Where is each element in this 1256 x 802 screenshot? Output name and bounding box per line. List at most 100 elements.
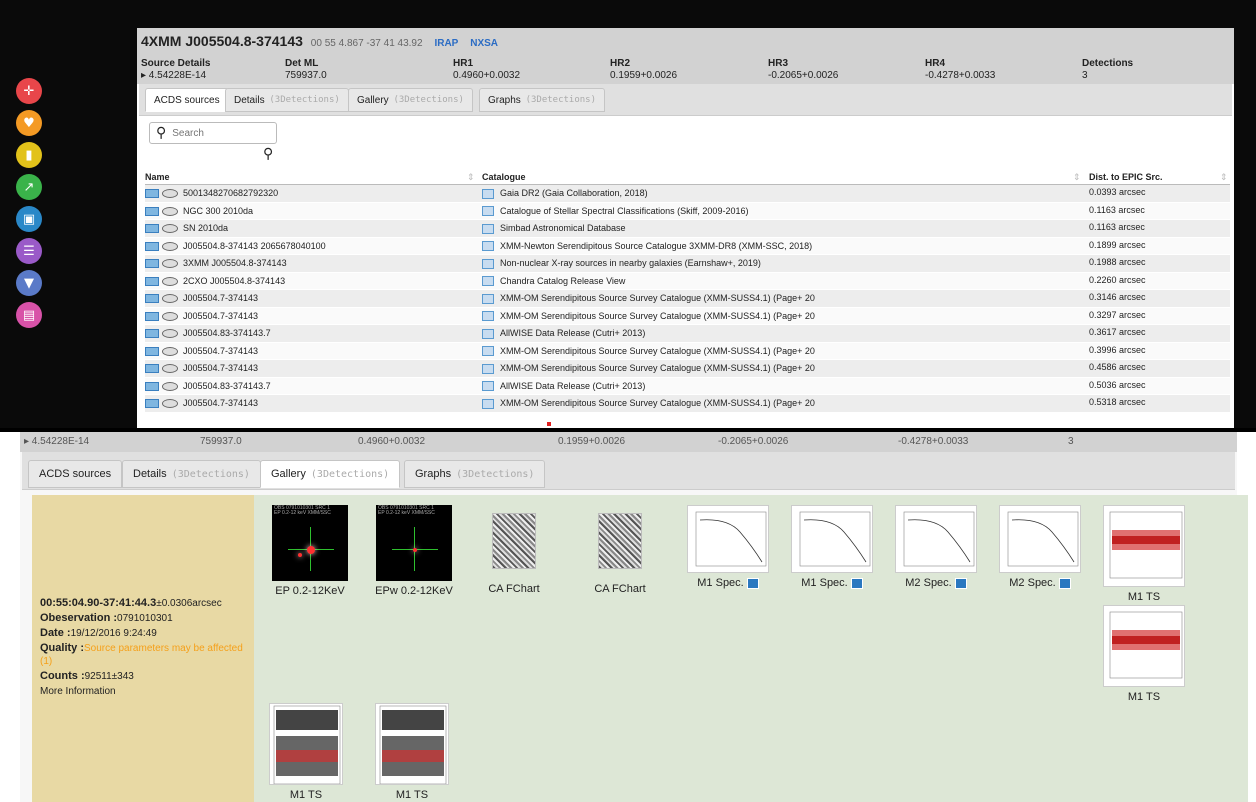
catalogue-icon[interactable] — [482, 346, 494, 357]
gallery-item-m2-spec[interactable]: M2 Spec. — [998, 505, 1082, 589]
sort-icon[interactable]: ⇕ — [467, 172, 475, 183]
table-icon[interactable] — [145, 259, 159, 269]
m1-ts-image[interactable] — [1103, 505, 1185, 587]
catalogue-icon[interactable] — [482, 223, 494, 234]
eye-icon[interactable] — [162, 364, 178, 374]
eye-icon[interactable] — [162, 346, 178, 356]
more-information-link[interactable]: More Information — [40, 685, 250, 698]
table-row[interactable]: J005504.7-374143 XMM-OM Serendipitous Sou… — [145, 395, 1230, 413]
gallery-item-m2-spec[interactable]: M2 Spec. — [894, 505, 978, 589]
eye-icon[interactable] — [162, 381, 178, 391]
search-button-icon[interactable]: ⚲ — [263, 146, 273, 162]
tab-gallery[interactable]: Gallery (3Detections) — [348, 88, 473, 112]
search-input[interactable] — [172, 127, 263, 139]
catalogue-icon[interactable] — [482, 188, 494, 199]
heart-icon[interactable]: ♥ — [16, 110, 42, 136]
image-icon[interactable]: ▣ — [16, 206, 42, 232]
eye-icon[interactable] — [162, 206, 178, 216]
table-icon[interactable] — [145, 206, 159, 216]
expand-icon[interactable] — [850, 577, 863, 589]
tab-graphs[interactable]: Graphs (3Detections) — [404, 460, 546, 488]
gallery-item-m1-ts[interactable]: M1 TS — [1102, 605, 1186, 703]
table-icon[interactable] — [145, 189, 159, 199]
catalogue-icon[interactable] — [482, 398, 494, 409]
catalogue-icon[interactable] — [482, 258, 494, 269]
table-icon[interactable] — [145, 276, 159, 286]
col-dist-header[interactable]: Dist. to EPIC Src. — [1089, 172, 1163, 182]
filter-icon[interactable]: ▼ — [16, 270, 42, 296]
eye-icon[interactable] — [162, 329, 178, 339]
table-row[interactable]: 2CXO J005504.8-374143 Chandra Catalog Rel… — [145, 272, 1230, 290]
table-icon[interactable] — [145, 381, 159, 391]
nxsa-link[interactable]: NXSA — [470, 38, 498, 49]
flux-value[interactable]: ▸ 4.54228E-14 — [141, 70, 210, 81]
col-catalogue-header[interactable]: Catalogue — [482, 172, 526, 182]
eye-icon[interactable] — [162, 294, 178, 304]
tab-details[interactable]: Details (3Detections) — [122, 460, 261, 488]
gallery-item-epw[interactable]: OBS 0791010301 SRC 1 EP 0.2-12 keV XMM/SS… — [374, 505, 454, 597]
eye-icon[interactable] — [162, 224, 178, 234]
crosshair-icon[interactable]: ✛ — [16, 78, 42, 104]
col-name-header[interactable]: Name — [145, 172, 170, 182]
table-row[interactable]: J005504.7-374143 XMM-OM Serendipitous Sou… — [145, 360, 1230, 378]
table-icon[interactable] — [145, 399, 159, 409]
table-icon[interactable] — [145, 364, 159, 374]
epw-image[interactable]: OBS 0791010301 SRC 1 EP 0.2-12 keV XMM/SS… — [376, 505, 452, 581]
catalogue-icon[interactable] — [482, 241, 494, 252]
gallery-item-m1-spec[interactable]: M1 Spec. — [790, 505, 874, 589]
m2-spec-image[interactable] — [895, 505, 977, 573]
external-icon[interactable]: ↗ — [16, 174, 42, 200]
table-icon[interactable] — [145, 294, 159, 304]
tab-details[interactable]: Details (3Detections) — [225, 88, 349, 112]
eye-icon[interactable] — [162, 276, 178, 286]
eye-icon[interactable] — [162, 311, 178, 321]
table-row[interactable]: J005504.8-374143 2065678040100 XMM-Newton… — [145, 237, 1230, 255]
table-row[interactable]: J005504.7-374143 XMM-OM Serendipitous Sou… — [145, 290, 1230, 308]
sort-icon[interactable]: ⇕ — [1220, 172, 1228, 183]
catalogue-icon[interactable] — [482, 328, 494, 339]
table-icon[interactable] — [145, 346, 159, 356]
catalogue-icon[interactable] — [482, 276, 494, 287]
gallery-item-m1-spec[interactable]: M1 Spec. — [686, 505, 770, 589]
eye-icon[interactable] — [162, 259, 178, 269]
m1-ts-image[interactable] — [269, 703, 343, 785]
m2-spec-image[interactable] — [999, 505, 1081, 573]
m1-ts-image[interactable] — [1103, 605, 1185, 687]
ca-fchart-image[interactable] — [492, 513, 536, 569]
table-icon[interactable] — [145, 329, 159, 339]
m1-ts-image[interactable] — [375, 703, 449, 785]
eye-icon[interactable] — [162, 189, 178, 199]
table-row[interactable]: J005504.7-374143 XMM-OM Serendipitous Sou… — [145, 342, 1230, 360]
irap-link[interactable]: IRAP — [434, 38, 458, 49]
expand-icon[interactable] — [746, 577, 759, 589]
tab-gallery[interactable]: Gallery (3Detections) — [260, 460, 401, 488]
catalogue-icon[interactable] — [482, 311, 494, 322]
gallery-item-m1-ts[interactable]: M1 TS — [1102, 505, 1186, 603]
expand-icon[interactable] — [954, 577, 967, 589]
table-row[interactable]: 5001348270682792320 Gaia DR2 (Gaia Collab… — [145, 185, 1230, 203]
m1-spec-image[interactable] — [687, 505, 769, 573]
catalogue-icon[interactable] — [482, 381, 494, 392]
gallery-item-ca-fchart[interactable]: CA FChart — [474, 505, 554, 595]
eye-icon[interactable] — [162, 399, 178, 409]
sort-icon[interactable]: ⇕ — [1073, 172, 1081, 183]
gallery-item-m1-ts[interactable]: M1 TS — [266, 703, 346, 801]
table-row[interactable]: J005504.83-374143.7 AllWISE Data Release … — [145, 377, 1230, 395]
gallery-item-ca-fchart[interactable]: CA FChart — [580, 505, 660, 595]
gallery-item-ep[interactable]: OBS 0791010301 SRC 1 EP 0.2-12 keV XMM/SS… — [270, 505, 350, 597]
catalogue-icon[interactable] — [482, 206, 494, 217]
tab-graphs[interactable]: Graphs (3Detections) — [479, 88, 606, 112]
table-row[interactable]: J005504.7-374143 XMM-OM Serendipitous Sou… — [145, 307, 1230, 325]
document-icon[interactable]: ▤ — [16, 302, 42, 328]
table-icon[interactable] — [145, 311, 159, 321]
catalogue-icon[interactable] — [482, 363, 494, 374]
table-row[interactable]: NGC 300 2010da Catalogue of Stellar Spect… — [145, 202, 1230, 220]
m1-spec-image[interactable] — [791, 505, 873, 573]
tab-acds-sources[interactable]: ACDS sources — [28, 460, 123, 488]
ca-fchart-image[interactable] — [598, 513, 642, 569]
table-row[interactable]: SN 2010da Simbad Astronomical Database 0.1… — [145, 220, 1230, 238]
ep-image[interactable]: OBS 0791010301 SRC 1 EP 0.2-12 keV XMM/SS… — [272, 505, 348, 581]
eye-icon[interactable] — [162, 241, 178, 251]
tab-acds-sources[interactable]: ACDS sources — [145, 88, 229, 112]
book-icon[interactable]: ▮ — [16, 142, 42, 168]
